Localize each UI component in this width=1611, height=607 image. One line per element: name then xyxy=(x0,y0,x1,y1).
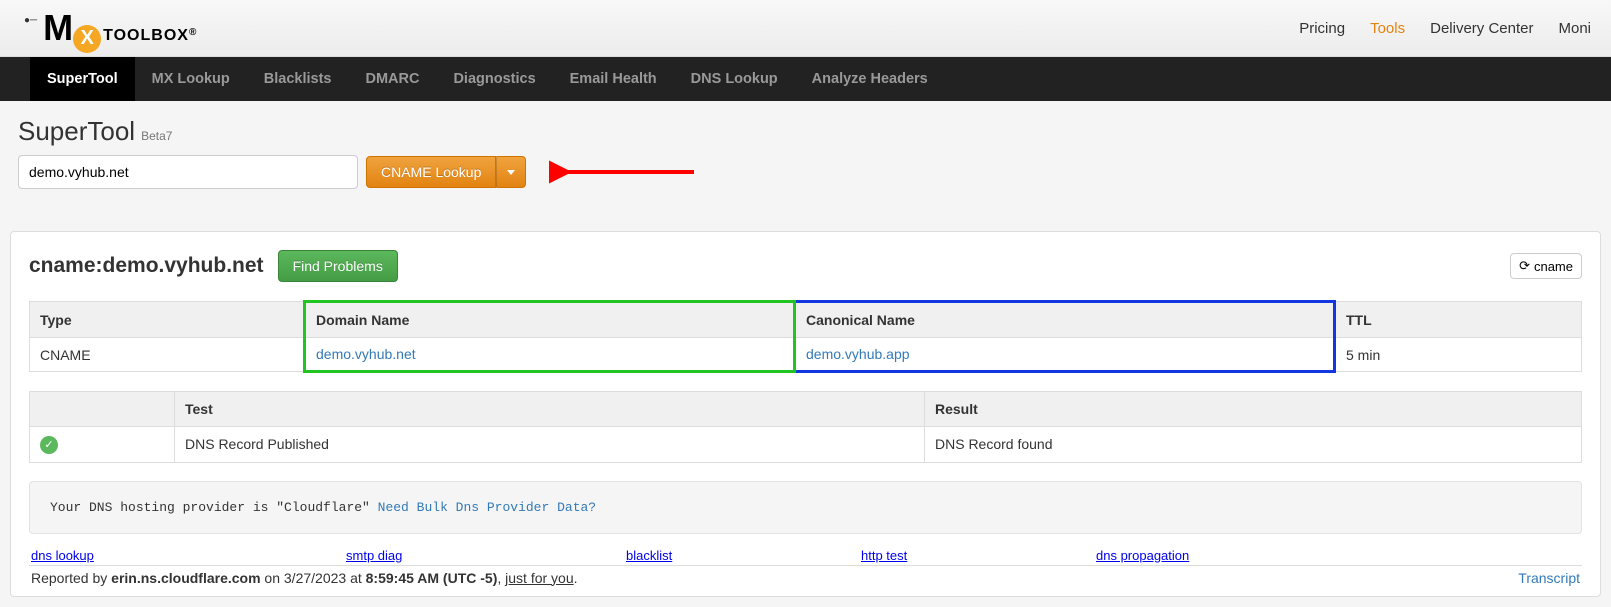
lookup-button-group: CNAME Lookup xyxy=(366,156,526,188)
refresh-label: cname xyxy=(1534,259,1573,274)
retest-links: dns lookup smtp diag blacklist http test… xyxy=(29,548,1582,563)
td-test: DNS Record Published xyxy=(175,427,925,463)
td-status: ✓ xyxy=(30,427,175,463)
domain-link[interactable]: demo.vyhub.net xyxy=(316,346,416,362)
table-row: CNAME demo.vyhub.net demo.vyhub.app 5 mi… xyxy=(30,338,1582,372)
td-result: DNS Record found xyxy=(925,427,1582,463)
retest-smtp-diag[interactable]: smtp diag xyxy=(346,548,626,563)
th-ttl: TTL xyxy=(1335,302,1582,338)
retest-blacklist[interactable]: blacklist xyxy=(626,548,861,563)
beta-badge: Beta7 xyxy=(141,129,172,143)
th-domain-name: Domain Name xyxy=(305,302,795,338)
top-nav: Pricing Tools Delivery Center Moni xyxy=(1299,20,1591,37)
topnav-tools[interactable]: Tools xyxy=(1370,20,1405,37)
tab-email-health[interactable]: Email Health xyxy=(553,57,674,101)
th-canonical-name: Canonical Name xyxy=(795,302,1335,338)
provider-info: Your DNS hosting provider is "Cloudflare… xyxy=(29,481,1582,534)
tool-nav: SuperTool MX Lookup Blacklists DMARC Dia… xyxy=(0,57,1611,101)
tab-analyze-headers[interactable]: Analyze Headers xyxy=(795,57,945,101)
topnav-delivery-center[interactable]: Delivery Center xyxy=(1430,20,1533,37)
page-header: SuperTool Beta7 CNAME Lookup xyxy=(0,101,1611,201)
th-status xyxy=(30,392,175,427)
result-title: cname:demo.vyhub.net xyxy=(29,254,264,278)
transcript-link[interactable]: Transcript xyxy=(1518,570,1580,586)
domain-input[interactable] xyxy=(18,155,358,189)
top-bar: ●─ M X TOOLBOX® Pricing Tools Delivery C… xyxy=(0,0,1611,57)
check-icon: ✓ xyxy=(40,436,58,454)
th-test: Test xyxy=(175,392,925,427)
refresh-button[interactable]: ⟳ cname xyxy=(1510,253,1582,279)
canonical-link[interactable]: demo.vyhub.app xyxy=(806,346,910,362)
bulk-data-link[interactable]: Need Bulk Dns Provider Data? xyxy=(378,500,596,515)
th-type: Type xyxy=(30,302,305,338)
page-title: SuperTool xyxy=(18,116,135,147)
results-card: cname:demo.vyhub.net Find Problems ⟳ cna… xyxy=(10,231,1601,597)
retest-dns-lookup[interactable]: dns lookup xyxy=(31,548,346,563)
lookup-dropdown-toggle[interactable] xyxy=(496,156,526,188)
cname-table: Type Domain Name Canonical Name TTL CNAM… xyxy=(29,300,1582,373)
refresh-icon: ⟳ xyxy=(1519,258,1530,274)
caret-down-icon xyxy=(507,170,515,175)
td-domain-name: demo.vyhub.net xyxy=(305,338,795,372)
tab-diagnostics[interactable]: Diagnostics xyxy=(436,57,552,101)
find-problems-button[interactable]: Find Problems xyxy=(278,250,398,282)
tab-dmarc[interactable]: DMARC xyxy=(348,57,436,101)
test-table: Test Result ✓ DNS Record Published DNS R… xyxy=(29,391,1582,463)
td-type: CNAME xyxy=(30,338,305,372)
logo-m: M xyxy=(43,7,71,49)
td-ttl: 5 min xyxy=(1335,338,1582,372)
tab-dns-lookup[interactable]: DNS Lookup xyxy=(674,57,795,101)
lookup-button[interactable]: CNAME Lookup xyxy=(366,156,496,188)
topnav-pricing[interactable]: Pricing xyxy=(1299,20,1345,37)
td-canonical-name: demo.vyhub.app xyxy=(795,338,1335,372)
tab-supertool[interactable]: SuperTool xyxy=(30,57,135,101)
logo-toolbox: TOOLBOX® xyxy=(103,27,197,45)
table-row: ✓ DNS Record Published DNS Record found xyxy=(30,427,1582,463)
topnav-monitoring[interactable]: Moni xyxy=(1558,20,1591,37)
reported-row: Reported by erin.ns.cloudflare.com on 3/… xyxy=(29,565,1582,586)
provider-text: Your DNS hosting provider is "Cloudflare… xyxy=(50,500,378,515)
logo-x-icon: X xyxy=(73,25,101,53)
th-result: Result xyxy=(925,392,1582,427)
retest-dns-propagation[interactable]: dns propagation xyxy=(1096,548,1189,563)
annotation-arrow xyxy=(549,160,699,184)
tab-mx-lookup[interactable]: MX Lookup xyxy=(135,57,247,101)
logo[interactable]: ●─ M X TOOLBOX® xyxy=(30,7,197,49)
tab-blacklists[interactable]: Blacklists xyxy=(247,57,349,101)
retest-http-test[interactable]: http test xyxy=(861,548,1096,563)
reported-text: Reported by erin.ns.cloudflare.com on 3/… xyxy=(31,570,578,586)
just-for-you-link[interactable]: just for you xyxy=(505,570,573,586)
